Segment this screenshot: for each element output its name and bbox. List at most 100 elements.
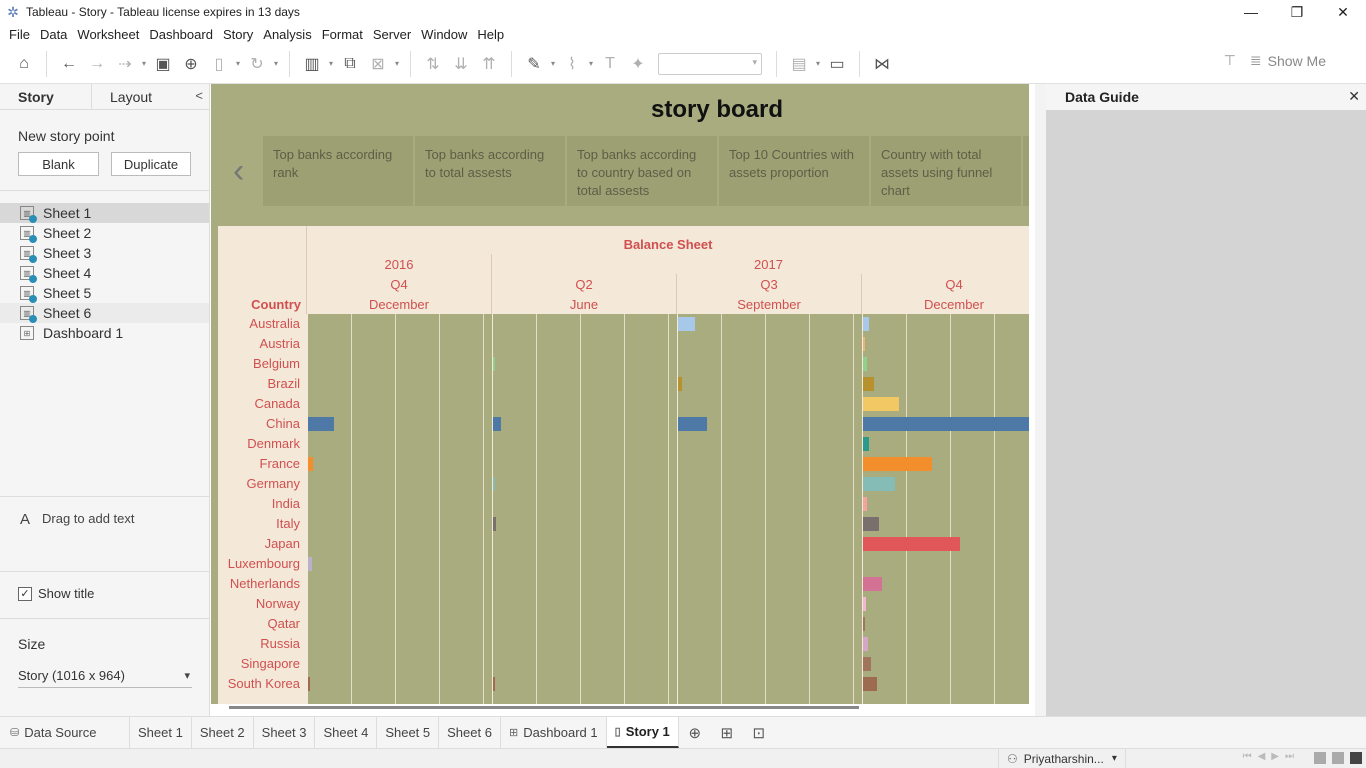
fit-dropdown[interactable] <box>658 52 762 75</box>
bar-norway[interactable] <box>863 597 866 611</box>
bar-china[interactable] <box>493 417 501 431</box>
bar-italy[interactable] <box>493 517 496 531</box>
pause-icon[interactable]: ▯ <box>205 50 233 78</box>
tab-sheet-6[interactable]: Sheet 6 <box>439 717 501 748</box>
story-point-6[interactable] <box>1023 136 1029 206</box>
undo-icon[interactable]: ← <box>55 50 83 78</box>
new-worksheet-icon[interactable]: ▥ <box>298 50 326 78</box>
tab-sheet-1[interactable]: Sheet 1 <box>130 717 192 748</box>
bar-france[interactable] <box>308 457 314 471</box>
bar-australia[interactable] <box>863 317 870 331</box>
bar-singapore[interactable] <box>863 657 871 671</box>
blank-button[interactable]: Blank <box>18 152 99 176</box>
panel-divider[interactable] <box>1035 84 1046 716</box>
close-icon[interactable]: ✕ <box>1320 0 1366 24</box>
tab-sheet-5[interactable]: Sheet 5 <box>377 717 440 748</box>
bar-germany[interactable] <box>493 477 495 491</box>
bar-south-korea[interactable] <box>863 677 878 691</box>
restore-icon[interactable]: ❐ <box>1274 0 1320 24</box>
pin-icon[interactable]: ✦ <box>624 50 652 78</box>
story-point-1[interactable]: Top banks according rank <box>263 136 413 206</box>
bar-italy[interactable] <box>863 517 879 531</box>
bar-qatar[interactable] <box>863 617 865 631</box>
bar-belgium[interactable] <box>863 357 867 371</box>
tab-story[interactable]: Story <box>0 84 92 109</box>
bar-china[interactable] <box>863 417 1029 431</box>
menu-file[interactable]: File <box>4 27 35 42</box>
bar-austria[interactable] <box>863 337 865 351</box>
menu-data[interactable]: Data <box>35 27 72 42</box>
bar-brazil[interactable] <box>678 377 683 391</box>
bar-netherlands[interactable] <box>863 577 883 591</box>
share-icon[interactable]: ⋈ <box>868 50 896 78</box>
sheet-item-6[interactable]: ▥ Sheet 6 <box>0 303 209 323</box>
menu-server[interactable]: Server <box>368 27 416 42</box>
home-icon[interactable]: ⌂ <box>10 50 38 78</box>
menu-worksheet[interactable]: Worksheet <box>72 27 144 42</box>
tab-sheet-4[interactable]: Sheet 4 <box>315 717 378 748</box>
sort-asc-icon[interactable]: ⇊ <box>447 50 475 78</box>
sheet-item-2[interactable]: ▥ Sheet 2 <box>0 223 209 243</box>
group-icon[interactable]: ⌇ <box>558 50 586 78</box>
bar-france[interactable] <box>863 457 932 471</box>
sort-desc-icon[interactable]: ⇈ <box>475 50 503 78</box>
tab-sheet-3[interactable]: Sheet 3 <box>254 717 316 748</box>
user-menu[interactable]: ⚇ Priyatharshin... ▾ <box>998 749 1126 768</box>
bar-china[interactable] <box>678 417 708 431</box>
bar-japan[interactable] <box>863 537 960 551</box>
tab-layout[interactable]: Layout <box>92 84 170 109</box>
minimize-icon[interactable]: — <box>1228 0 1274 24</box>
bar-denmark[interactable] <box>863 437 870 451</box>
bar-canada[interactable] <box>863 397 900 411</box>
clear-icon[interactable]: ⊠ <box>364 50 392 78</box>
menu-analysis[interactable]: Analysis <box>258 27 316 42</box>
menu-story[interactable]: Story <box>218 27 258 42</box>
bar-china[interactable] <box>308 417 334 431</box>
presentation-icon[interactable]: ▭ <box>823 50 851 78</box>
highlight-icon[interactable]: ✎ <box>520 50 548 78</box>
bar-brazil[interactable] <box>863 377 874 391</box>
next-sheet-icon[interactable]: ▶ <box>1271 751 1279 762</box>
bar-south-korea[interactable] <box>493 677 495 691</box>
tab-sheet-2[interactable]: Sheet 2 <box>192 717 254 748</box>
duplicate-button[interactable]: Duplicate <box>111 152 191 176</box>
last-sheet-icon[interactable]: ⏭ <box>1285 751 1294 762</box>
show-me-button[interactable]: ⊤ ≣ Show Me <box>1224 52 1326 69</box>
bar-belgium[interactable] <box>493 357 495 371</box>
story-point-5[interactable]: Country with total assets using funnel c… <box>871 136 1021 206</box>
tab-story-1[interactable]: ▯ Story 1 <box>606 717 679 748</box>
menu-dashboard[interactable]: Dashboard <box>144 27 218 42</box>
close-icon[interactable]: ✕ <box>1348 88 1360 105</box>
filmstrip-icon[interactable] <box>1332 752 1344 764</box>
save-icon[interactable]: ▣ <box>149 50 177 78</box>
story-point-4[interactable]: Top 10 Countries with assets proportion <box>719 136 869 206</box>
size-dropdown[interactable]: Story (1016 x 964) <box>18 668 192 688</box>
bar-india[interactable] <box>863 497 868 511</box>
drag-to-add-text[interactable]: A Drag to add text <box>0 496 209 572</box>
bar-australia[interactable] <box>678 317 695 331</box>
story-point-3[interactable]: Top banks according to country based on … <box>567 136 717 206</box>
sheet-item-3[interactable]: ▥ Sheet 3 <box>0 243 209 263</box>
redo-icon[interactable]: → <box>83 50 111 78</box>
bar-germany[interactable] <box>863 477 895 491</box>
sheet-item-5[interactable]: ▥ Sheet 5 <box>0 283 209 303</box>
chart-type-icon[interactable]: ▤ <box>785 50 813 78</box>
sheet-item-4[interactable]: ▥ Sheet 4 <box>0 263 209 283</box>
dashboard-item-1[interactable]: ⊞ Dashboard 1 <box>0 323 209 343</box>
story-point-2[interactable]: Top banks according to total assests <box>415 136 565 206</box>
tabs-view-icon[interactable] <box>1350 752 1362 764</box>
prev-sheet-icon[interactable]: ◀ <box>1258 751 1266 762</box>
bar-russia[interactable] <box>863 637 869 651</box>
refresh-icon[interactable]: ↻ <box>243 50 271 78</box>
duplicate-icon[interactable]: ⧉ <box>336 50 364 78</box>
sheet-item-1[interactable]: ▥ Sheet 1 <box>0 203 209 223</box>
swap-icon[interactable]: ⇅ <box>419 50 447 78</box>
first-sheet-icon[interactable]: ⏮ <box>1243 751 1252 762</box>
new-datasource-icon[interactable]: ⊕ <box>177 50 205 78</box>
horizontal-scrollbar[interactable] <box>229 706 859 709</box>
menu-format[interactable]: Format <box>317 27 368 42</box>
new-worksheet-icon[interactable]: ⊕ <box>679 717 711 748</box>
labels-icon[interactable]: T <box>596 50 624 78</box>
tab-dashboard-1[interactable]: ⊞ Dashboard 1 <box>501 717 607 748</box>
menu-window[interactable]: Window <box>416 27 472 42</box>
